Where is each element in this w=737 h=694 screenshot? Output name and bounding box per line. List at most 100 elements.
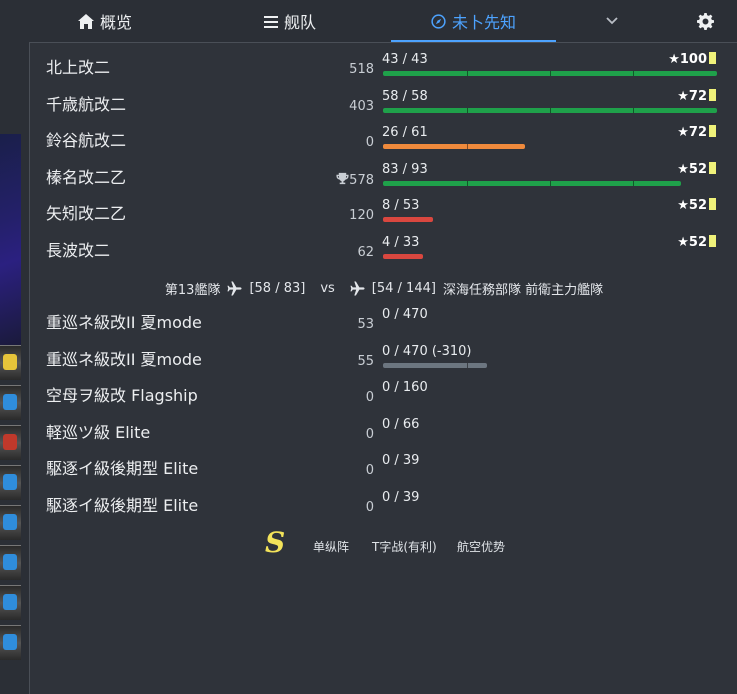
ship-hp: 0 / 160 xyxy=(382,380,428,395)
enemy-fleet-name: 深海任務部隊 前衛主力艦隊 xyxy=(442,282,604,298)
ship-hp: 0 / 470 (-310) xyxy=(382,344,472,359)
air-state-label: 航空优势 xyxy=(457,540,506,554)
ship-name: 重巡ネ級改II 夏mode xyxy=(46,313,202,332)
ship-condition: ★100 xyxy=(668,52,716,67)
tab-overview[interactable]: 概览 xyxy=(60,0,150,42)
ship-condition: ★72 xyxy=(677,89,716,104)
airplane-icon xyxy=(350,280,365,296)
ship-level: 0 xyxy=(365,427,374,442)
cond-value: ★52 xyxy=(677,162,707,177)
cond-indicator xyxy=(709,52,716,64)
cond-indicator xyxy=(709,162,716,174)
ship-condition: ★72 xyxy=(677,125,716,140)
compass-icon xyxy=(431,13,446,29)
background-card xyxy=(0,585,21,620)
formation-label: 单纵阵 xyxy=(313,540,350,554)
vs-label: vs xyxy=(320,280,335,296)
home-icon xyxy=(77,13,94,29)
ship-level: 0 xyxy=(365,463,374,478)
background-card xyxy=(0,545,21,580)
cond-indicator xyxy=(709,198,716,210)
background-game-strip xyxy=(0,40,30,693)
ship-hp: 83 / 93 xyxy=(382,162,428,177)
cond-indicator xyxy=(709,125,716,137)
battle-vs-line: 第13艦隊 [58 / 83] vs [54 / 144] 深海任務部隊 前衛主… xyxy=(30,278,737,298)
more-tabs-dropdown[interactable] xyxy=(600,0,624,42)
ship-name: 千歳航改二 xyxy=(46,95,127,114)
ship-condition: ★52 xyxy=(677,235,716,250)
hp-bar xyxy=(383,217,433,222)
airplane-icon xyxy=(227,280,242,296)
trophy-icon xyxy=(336,172,349,185)
ship-name: 空母ヲ級改 Flagship xyxy=(46,386,198,405)
battle-rank: S xyxy=(265,526,286,559)
top-nav: 概览 舰队 未卜先知 xyxy=(0,0,737,42)
hp-bar xyxy=(383,254,423,259)
background-card xyxy=(0,425,21,460)
cond-indicator xyxy=(709,235,716,247)
ship-name: 北上改二 xyxy=(46,58,111,77)
ship-hp: 0 / 470 xyxy=(382,307,428,322)
ship-hp: 8 / 53 xyxy=(382,198,420,213)
ship-level: 0 xyxy=(365,390,374,405)
hp-bar xyxy=(383,144,525,149)
cond-value: ★72 xyxy=(677,89,707,104)
level-value: 578 xyxy=(349,173,374,188)
chevron-down-icon xyxy=(606,17,618,25)
battle-prophet-panel: 北上改二 518 43 / 43 ★100 千歳航改二 403 58 / 58 … xyxy=(29,42,737,694)
cond-indicator xyxy=(709,89,716,101)
tab-label: 概览 xyxy=(99,13,132,32)
tab-label: 未卜先知 xyxy=(451,13,516,32)
list-icon xyxy=(263,15,278,28)
gear-icon xyxy=(696,12,714,30)
ship-level: 53 xyxy=(357,317,374,332)
ship-name: 軽巡ツ級 Elite xyxy=(46,423,151,442)
ally-fleet-name: 第13艦隊 xyxy=(164,282,221,298)
ship-level: 0 xyxy=(365,500,374,515)
background-card xyxy=(0,465,21,500)
ship-hp: 0 / 39 xyxy=(382,453,420,468)
ship-condition: ★52 xyxy=(677,198,716,213)
ship-name: 駆逐イ級後期型 Elite xyxy=(46,496,199,515)
engagement-label: T字战(有利) xyxy=(372,540,437,554)
ship-hp: 26 / 61 xyxy=(382,125,428,140)
background-card xyxy=(0,625,21,660)
enemy-ship-row: 駆逐イ級後期型 Elite 0 0 / 39 xyxy=(30,490,737,532)
tab-label: 舰队 xyxy=(283,13,316,32)
ship-level: 62 xyxy=(357,245,374,260)
tab-prophet[interactable]: 未卜先知 xyxy=(391,0,556,42)
ship-name: 鈴谷航改二 xyxy=(46,131,127,150)
background-image-fragment xyxy=(0,134,21,346)
background-card xyxy=(0,505,21,540)
damage-bar xyxy=(383,363,487,368)
enemy-air-power: [54 / 144] xyxy=(371,280,436,296)
ship-name: 駆逐イ級後期型 Elite xyxy=(46,459,199,478)
ship-hp: 43 / 43 xyxy=(382,52,428,67)
background-card xyxy=(0,345,21,380)
ship-hp: 58 / 58 xyxy=(382,89,428,104)
cond-value: ★72 xyxy=(677,125,707,140)
ship-level: 120 xyxy=(349,208,374,223)
cond-value: ★52 xyxy=(677,235,707,250)
ship-level: 55 xyxy=(357,354,374,369)
ally-ship-row: 長波改二 62 4 / 33 ★52 xyxy=(30,235,737,277)
settings-button[interactable] xyxy=(693,0,717,42)
hp-bar xyxy=(383,181,681,186)
ship-level: 403 xyxy=(349,99,374,114)
ship-name: 長波改二 xyxy=(46,241,111,260)
hp-bar xyxy=(383,108,717,113)
hp-bar xyxy=(383,71,717,76)
tab-fleet[interactable]: 舰队 xyxy=(245,0,335,42)
battle-summary: S 单纵阵 T字战(有利) 航空优势 xyxy=(30,526,737,562)
ship-level: 518 xyxy=(349,62,374,77)
cond-value: ★52 xyxy=(677,198,707,213)
ship-hp: 0 / 39 xyxy=(382,490,420,505)
ship-name: 重巡ネ級改II 夏mode xyxy=(46,350,202,369)
ship-level: 578 xyxy=(336,172,374,188)
ship-hp: 4 / 33 xyxy=(382,235,420,250)
ship-level: 0 xyxy=(365,135,374,150)
cond-value: ★100 xyxy=(668,52,707,67)
ship-condition: ★52 xyxy=(677,162,716,177)
background-card xyxy=(0,385,21,420)
ship-hp: 0 / 66 xyxy=(382,417,420,432)
